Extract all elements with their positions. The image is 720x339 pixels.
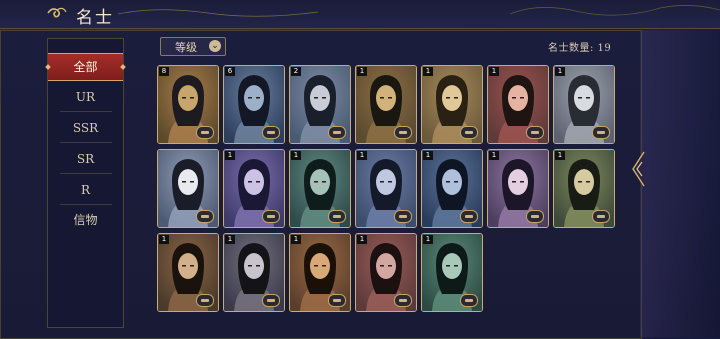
level-sort-dropdown[interactable]: 等级 ⌄ xyxy=(160,37,226,56)
collapse-arrow-icon[interactable] xyxy=(630,150,648,188)
divider xyxy=(60,204,112,205)
star-level-badge: 1 xyxy=(357,67,367,76)
star-level-badge: 1 xyxy=(225,151,235,160)
sidebar-item-all[interactable]: 全部 xyxy=(45,53,126,81)
character-card[interactable]: 1 xyxy=(157,233,219,312)
character-card[interactable]: 8 xyxy=(157,65,219,144)
character-card[interactable]: 1 xyxy=(223,233,285,312)
ticket-icon xyxy=(196,294,214,307)
character-card[interactable]: 1 xyxy=(421,149,483,228)
star-level-badge: 1 xyxy=(357,151,367,160)
star-level-badge: 1 xyxy=(357,235,367,244)
ticket-icon xyxy=(592,126,610,139)
ticket-icon xyxy=(592,210,610,223)
ticket-icon xyxy=(196,210,214,223)
star-level-badge: 8 xyxy=(159,67,169,76)
sort-label: 等级 xyxy=(175,41,197,54)
ticket-icon xyxy=(262,294,280,307)
top-bar: 名士 xyxy=(0,0,720,29)
character-card[interactable]: 1 xyxy=(421,65,483,144)
character-card[interactable]: 1 xyxy=(355,65,417,144)
star-level-badge: 1 xyxy=(159,235,169,244)
chevron-down-icon: ⌄ xyxy=(209,40,221,52)
character-card[interactable]: 1 xyxy=(223,149,285,228)
character-card[interactable]: 1 xyxy=(355,233,417,312)
sidebar-item-label: SSR xyxy=(72,121,99,135)
ticket-icon xyxy=(394,294,412,307)
active-left-marker-icon xyxy=(45,64,51,70)
sidebar-item-label: UR xyxy=(75,90,96,104)
divider xyxy=(60,142,112,143)
cloud-ornament-icon xyxy=(509,5,720,16)
ticket-icon xyxy=(196,126,214,139)
ticket-icon xyxy=(262,126,280,139)
sidebar-item-label: 信物 xyxy=(73,213,98,227)
character-card[interactable]: 1 xyxy=(289,233,351,312)
sidebar-item-label: SR xyxy=(76,152,95,166)
star-level-badge: 1 xyxy=(555,151,565,160)
sidebar-item-keepsake[interactable]: 信物 xyxy=(48,207,123,233)
sidebar-item-r[interactable]: R xyxy=(48,177,123,203)
character-card[interactable]: 1 xyxy=(355,149,417,228)
character-card[interactable]: 1 xyxy=(487,149,549,228)
star-level-badge: 1 xyxy=(291,151,301,160)
sidebar-item-ur[interactable]: UR xyxy=(48,84,123,110)
character-card[interactable]: 6 xyxy=(223,65,285,144)
ticket-icon xyxy=(328,294,346,307)
character-card[interactable] xyxy=(157,149,219,228)
sidebar-item-ssr[interactable]: SSR xyxy=(48,115,123,141)
sidebar-item-label: R xyxy=(80,183,91,197)
character-card[interactable]: 1 xyxy=(289,149,351,228)
panel-edge-glow xyxy=(640,30,720,337)
ticket-icon xyxy=(526,126,544,139)
star-level-badge: 1 xyxy=(489,151,499,160)
divider xyxy=(60,111,112,112)
character-card[interactable]: 2 xyxy=(289,65,351,144)
character-card[interactable]: 1 xyxy=(553,65,615,144)
star-level-badge: 1 xyxy=(489,67,499,76)
ticket-icon xyxy=(460,126,478,139)
ticket-icon xyxy=(262,210,280,223)
star-level-badge: 2 xyxy=(291,67,301,76)
back-emblem-icon[interactable] xyxy=(46,4,68,22)
character-card[interactable]: 1 xyxy=(553,149,615,228)
sidebar-item-label: 全部 xyxy=(73,60,98,74)
star-level-badge: 1 xyxy=(225,235,235,244)
star-level-badge: 1 xyxy=(423,67,433,76)
ticket-icon xyxy=(328,210,346,223)
ticket-icon xyxy=(328,126,346,139)
star-level-badge: 1 xyxy=(555,67,565,76)
ticket-icon xyxy=(394,210,412,223)
ticket-icon xyxy=(460,294,478,307)
title-flourish-icon xyxy=(118,9,319,17)
page-title: 名士 xyxy=(76,8,114,28)
ticket-icon xyxy=(460,210,478,223)
ticket-icon xyxy=(394,126,412,139)
sidebar-item-sr[interactable]: SR xyxy=(48,146,123,172)
divider xyxy=(60,173,112,174)
star-level-badge: 1 xyxy=(423,235,433,244)
star-level-badge: 1 xyxy=(423,151,433,160)
star-level-badge: 6 xyxy=(225,67,235,76)
ticket-icon xyxy=(526,210,544,223)
character-count: 名士数量: 19 xyxy=(548,43,612,54)
character-card[interactable]: 1 xyxy=(487,65,549,144)
rarity-sidebar: 全部 UR SSR SR R 信物 xyxy=(45,38,126,328)
star-level-badge: 1 xyxy=(291,235,301,244)
character-card[interactable]: 1 xyxy=(421,233,483,312)
